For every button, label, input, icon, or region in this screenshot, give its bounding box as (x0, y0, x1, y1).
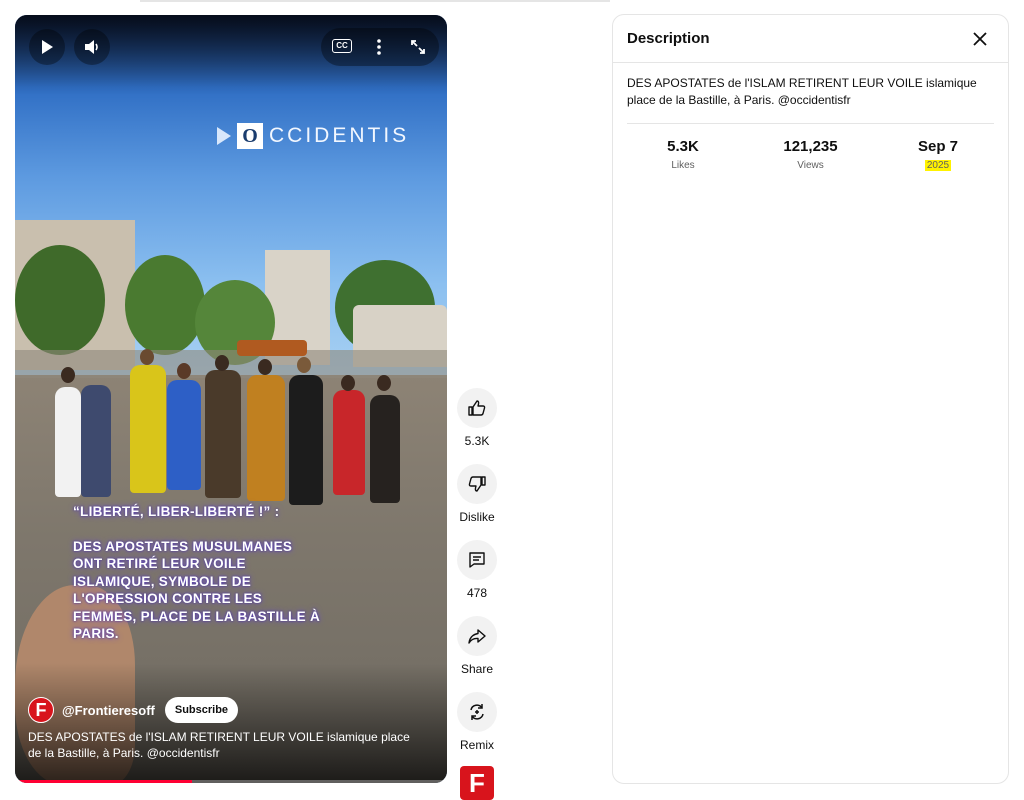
volume-button[interactable] (74, 29, 110, 65)
share-button[interactable] (457, 616, 497, 656)
views-value: 121,235 (783, 138, 838, 155)
subscribe-button[interactable]: Subscribe (164, 697, 239, 723)
more-vertical-icon (377, 39, 381, 55)
close-button[interactable] (966, 25, 994, 53)
overlay-quote: “LIBERTÉ, LIBER-LIBERTÉ !” : (73, 504, 280, 519)
captions-icon: CC (332, 39, 352, 53)
progress-bar-fill (15, 780, 193, 783)
remix-label: Remix (459, 738, 494, 752)
player-controls-group: CC (321, 28, 439, 66)
more-options-button[interactable] (369, 36, 389, 58)
overlay-body: DES APOSTATES MUSULMANES ONT RETIRÉ LEUR… (73, 538, 321, 642)
occidentis-watermark: O CCIDENTIS (217, 123, 409, 149)
date-value: Sep 7 (917, 138, 959, 155)
fullscreen-button[interactable] (407, 36, 429, 58)
comment-icon (469, 552, 485, 568)
dislike-label: Dislike (459, 510, 495, 524)
views-label: Views (797, 160, 824, 171)
play-button[interactable] (29, 29, 65, 65)
share-label: Share (460, 662, 494, 676)
channel-avatar[interactable]: F (28, 697, 54, 723)
comment-count: 478 (466, 586, 488, 600)
play-triangle-icon (217, 127, 231, 145)
likes-value: 5.3K (667, 138, 699, 155)
shorts-video-player[interactable]: O CCIDENTIS “LIBERTÉ, LIBER-LIBERTÉ !” :… (15, 15, 447, 783)
video-title[interactable]: DES APOSTATES de l'ISLAM RETIRENT LEUR V… (28, 729, 423, 761)
expand-icon (411, 40, 425, 54)
close-icon (973, 31, 987, 46)
volume-icon (85, 40, 98, 54)
remix-button[interactable] (457, 692, 497, 732)
like-count: 5.3K (464, 434, 490, 448)
comments-button[interactable] (457, 540, 497, 580)
remix-icon (470, 704, 484, 720)
description-text: DES APOSTATES de l'ISLAM RETIRENT LEUR V… (627, 76, 977, 107)
channel-logo-button[interactable]: F (460, 766, 494, 800)
date-stat: Sep 7 2025 (888, 138, 988, 171)
panel-title: Description (627, 30, 710, 47)
panel-header: Description (613, 15, 1008, 63)
views-stat: 121,235 Views (761, 138, 861, 171)
likes-stat: 5.3K Likes (633, 138, 733, 171)
play-icon (42, 40, 53, 54)
date-year: 2025 (924, 160, 952, 171)
like-button[interactable] (457, 388, 497, 428)
share-arrow-icon (468, 629, 486, 644)
thumbs-down-icon (468, 476, 486, 492)
description-panel: Description DES APOSTATES de l'ISLAM RET… (612, 14, 1009, 784)
watermark-initial: O (237, 123, 263, 149)
channel-row: F @Frontieresoff Subscribe (28, 697, 239, 723)
video-caption-overlay: “LIBERTÉ, LIBER-LIBERTÉ !” : DES APOSTAT… (73, 503, 323, 643)
likes-label: Likes (671, 160, 695, 171)
channel-name[interactable]: @Frontieresoff (62, 703, 155, 718)
stats-row: 5.3K Likes 121,235 Views Sep 7 2025 (613, 124, 1008, 171)
dislike-button[interactable] (457, 464, 497, 504)
action-bar: 5.3K Dislike 478 Share Remix F (456, 388, 498, 800)
thumbs-up-icon (468, 400, 486, 416)
captions-button[interactable]: CC (331, 37, 353, 55)
top-divider (140, 0, 610, 2)
watermark-text: CCIDENTIS (269, 124, 410, 147)
